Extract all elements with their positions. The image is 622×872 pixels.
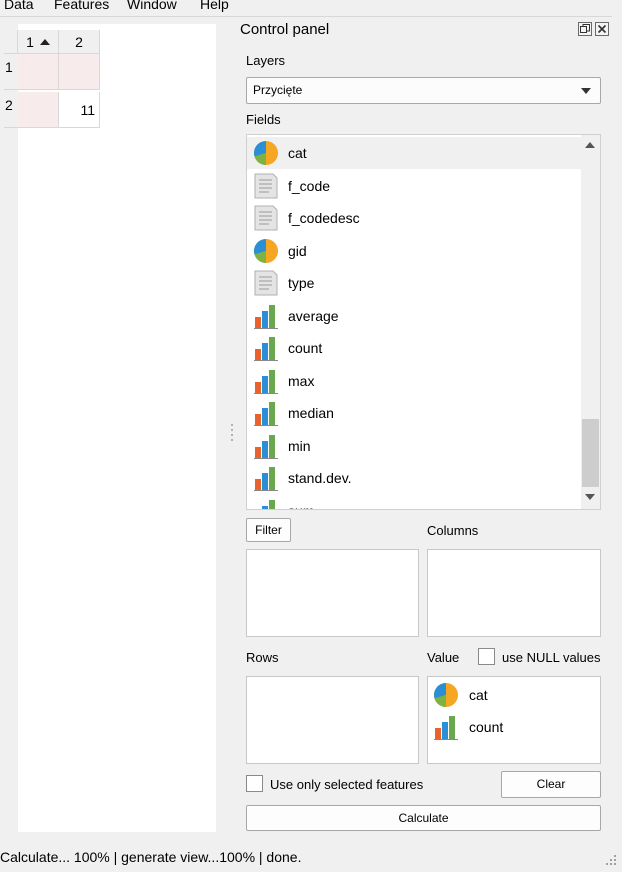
text-field-icon — [254, 205, 278, 231]
layer-select-value: Przycięte — [253, 83, 303, 97]
text-field-icon — [254, 270, 278, 296]
field-item-sum[interactable]: sum — [247, 495, 581, 509]
value-item-count[interactable]: count — [428, 711, 598, 743]
field-item-type[interactable]: type — [247, 267, 581, 299]
panel-title: Control panel — [240, 21, 330, 38]
menu-data[interactable]: Data — [4, 0, 34, 14]
pie-chart-icon — [253, 140, 278, 166]
table-cell[interactable] — [18, 92, 59, 128]
table-cell[interactable]: 11 — [59, 92, 100, 128]
field-label: count — [288, 340, 323, 356]
bar-chart-icon — [254, 305, 278, 329]
filter-box[interactable] — [246, 549, 419, 637]
close-panel-icon[interactable] — [595, 22, 609, 36]
field-label: max — [288, 373, 315, 389]
bar-chart-icon — [254, 435, 278, 459]
use-selected-label: Use only selected features — [270, 777, 424, 792]
field-item-gid[interactable]: gid — [247, 235, 581, 267]
calculate-button[interactable]: Calculate — [246, 805, 601, 831]
layer-select[interactable]: Przycięte — [246, 77, 601, 104]
clear-button[interactable]: Clear — [501, 771, 601, 798]
bar-chart-icon — [262, 500, 275, 509]
column-header-label: 2 — [75, 34, 83, 50]
field-label: gid — [288, 243, 307, 259]
fields-label: Fields — [246, 112, 281, 127]
table-gutter — [0, 24, 18, 832]
bar-chart-icon — [254, 402, 278, 426]
field-item-f-code[interactable]: f_code — [247, 170, 581, 202]
splitter-handle[interactable] — [231, 424, 234, 441]
column-header-2[interactable]: 2 — [59, 30, 100, 54]
field-label: median — [288, 405, 334, 421]
scroll-up-icon[interactable] — [585, 142, 595, 148]
menu-help[interactable]: Help — [200, 0, 229, 14]
value-box[interactable]: cat count — [427, 676, 601, 764]
table-corner[interactable] — [4, 30, 18, 54]
scrollbar-thumb[interactable] — [582, 419, 599, 487]
field-item-min[interactable]: min — [247, 430, 581, 462]
table-cell[interactable] — [59, 54, 100, 90]
menu-window[interactable]: Window — [127, 0, 177, 14]
scroll-down-icon[interactable] — [585, 494, 595, 500]
field-item-f-codedesc[interactable]: f_codedesc — [247, 202, 581, 234]
field-label: type — [288, 275, 315, 291]
resize-grip-icon[interactable] — [606, 855, 616, 865]
row-header-1[interactable]: 1 — [4, 54, 18, 90]
rows-box[interactable] — [246, 676, 419, 764]
fields-scrollbar[interactable] — [581, 135, 600, 509]
field-label: stand.dev. — [288, 470, 352, 486]
use-selected-checkbox[interactable] — [246, 775, 263, 792]
menu-features[interactable]: Features — [54, 0, 109, 14]
filter-button[interactable]: Filter — [246, 518, 291, 542]
bar-chart-icon — [434, 716, 458, 740]
table-cell[interactable] — [18, 54, 59, 90]
column-header-label: 1 — [26, 34, 34, 50]
menubar: Data Features Window Help — [0, 0, 622, 16]
field-item-average[interactable]: average — [247, 300, 581, 332]
field-label: cat — [288, 145, 307, 161]
value-item-cat[interactable]: cat — [428, 679, 598, 711]
use-null-label: use NULL values — [502, 650, 601, 665]
pie-chart-icon — [433, 683, 458, 707]
value-item-label: cat — [469, 687, 488, 703]
field-item-median[interactable]: median — [247, 397, 581, 429]
column-header-1[interactable]: 1 — [18, 30, 59, 54]
use-null-checkbox[interactable] — [478, 648, 495, 665]
layers-label: Layers — [246, 53, 286, 68]
field-label: f_code — [288, 178, 331, 194]
status-bar: Calculate... 100% | generate view...100%… — [0, 849, 302, 865]
value-label: Value — [427, 650, 460, 665]
results-table — [0, 24, 216, 832]
columns-box[interactable] — [427, 549, 601, 637]
field-item-max[interactable]: max — [247, 365, 581, 397]
float-panel-icon[interactable] — [578, 22, 592, 36]
row-header-label: 1 — [5, 59, 13, 75]
field-item-cat[interactable]: cat — [247, 137, 581, 169]
pie-chart-icon — [253, 238, 278, 264]
bar-chart-icon — [254, 467, 278, 491]
fields-list[interactable]: cat f_code f_codedesc gid type average c… — [246, 134, 601, 510]
field-item-count[interactable]: count — [247, 332, 581, 364]
field-label: sum — [288, 495, 314, 509]
menubar-divider — [0, 16, 612, 17]
bar-chart-icon — [254, 370, 278, 394]
value-item-label: count — [469, 719, 504, 735]
field-item-stand-dev[interactable]: stand.dev. — [247, 462, 581, 494]
text-field-icon — [254, 173, 278, 199]
row-header-2[interactable]: 2 — [4, 92, 18, 128]
field-label: f_codedesc — [288, 210, 360, 226]
sort-ascending-icon — [39, 39, 50, 45]
rows-label: Rows — [246, 650, 279, 665]
field-label: min — [288, 438, 311, 454]
bar-chart-icon — [254, 337, 278, 361]
background-window-edge — [612, 24, 622, 36]
chevron-down-icon — [581, 88, 591, 94]
row-header-label: 2 — [5, 97, 13, 113]
columns-label: Columns — [427, 523, 479, 538]
field-label: average — [288, 308, 339, 324]
